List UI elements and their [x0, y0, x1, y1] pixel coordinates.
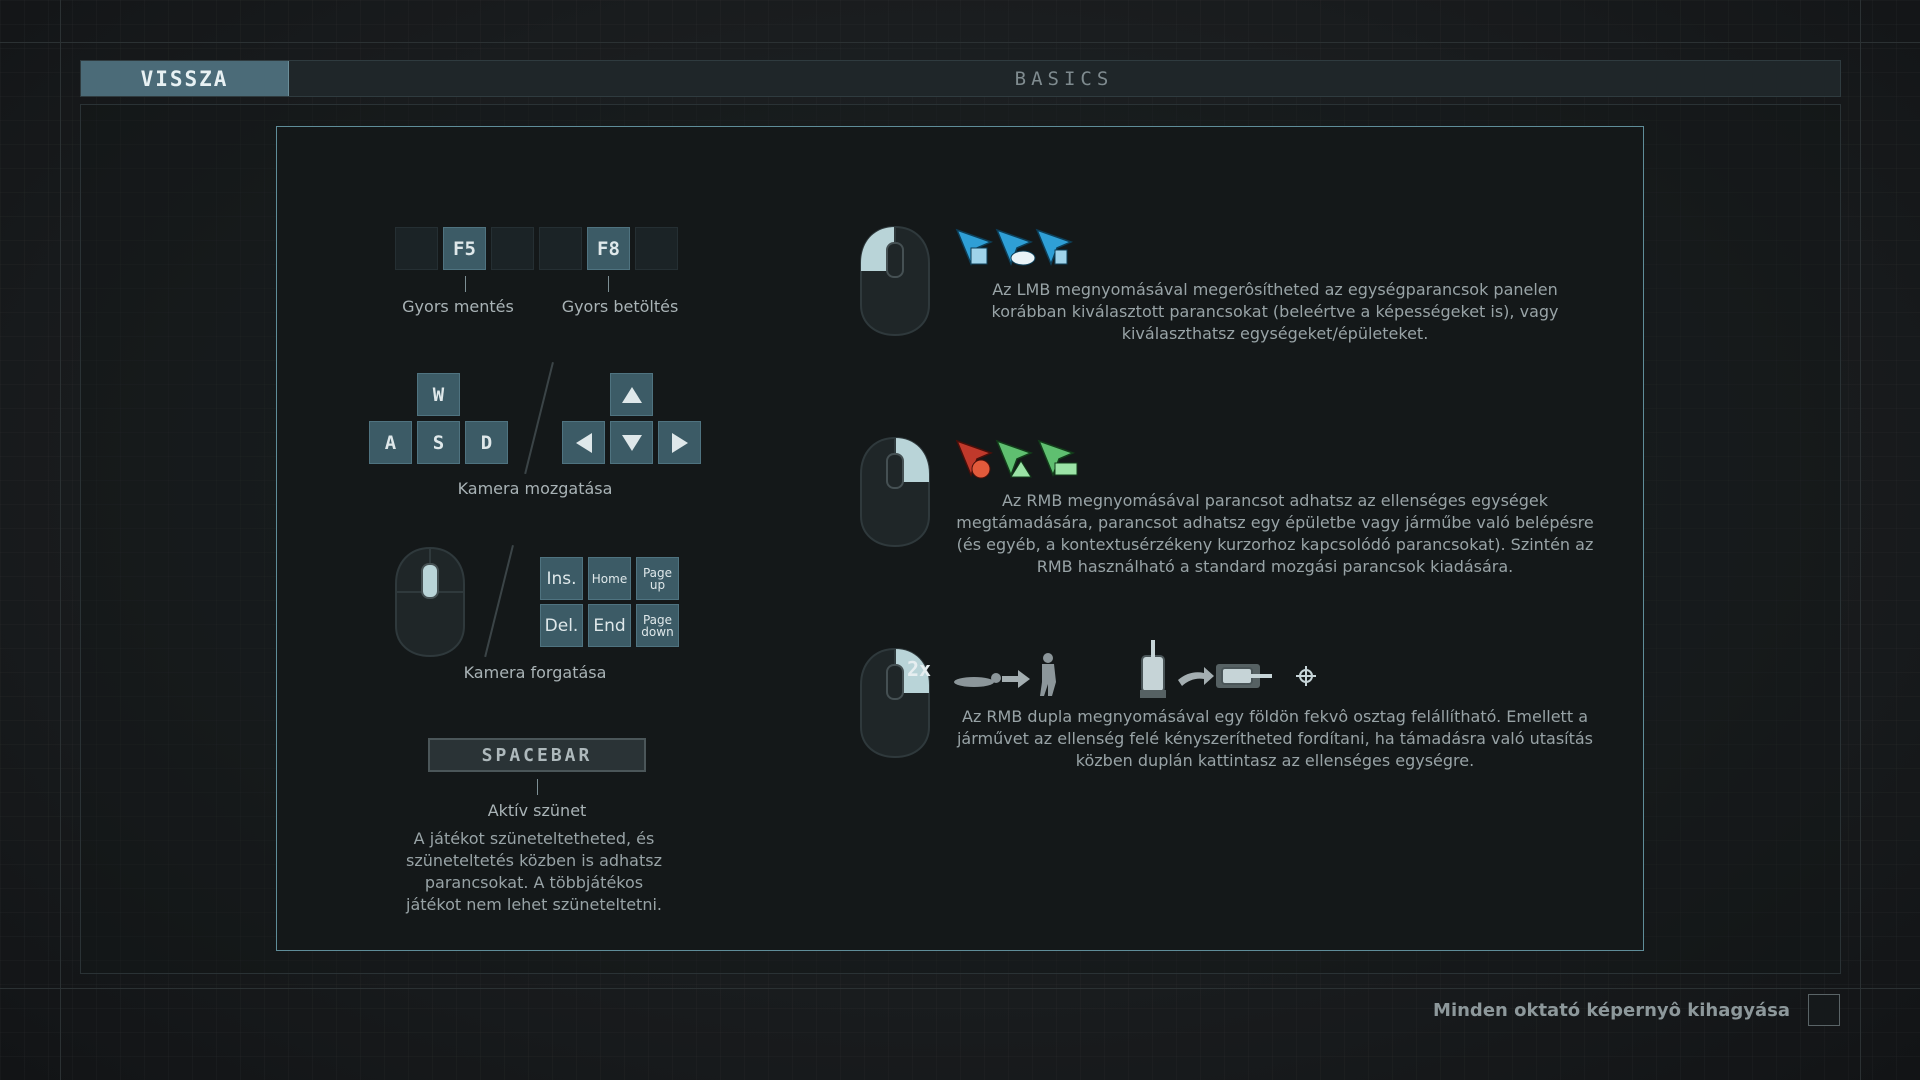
rmb-cursor-icons [955, 439, 1078, 479]
left-divider [60, 0, 61, 1080]
key-arrow-left [562, 421, 605, 464]
key-s: S [417, 421, 460, 464]
camera-rotate-label: Kamera forgatása [463, 663, 607, 682]
key-f7 [539, 227, 582, 270]
right-divider [1860, 0, 1861, 1080]
key-home: Home [588, 557, 631, 600]
double-click-badge: 2x [907, 657, 932, 681]
cursor-ability-icon [995, 228, 1036, 267]
spacebar-connector [537, 779, 538, 795]
arrow-up-icon [621, 386, 642, 403]
key-arrow-up [610, 373, 653, 416]
cursor-attack-icon [955, 439, 994, 479]
arrow-right-icon [1002, 670, 1030, 688]
crosshair-icon [1296, 666, 1316, 686]
arrow-left-icon [575, 432, 592, 453]
mouse-middle-icon [395, 546, 465, 658]
cursor-enter-icon [995, 439, 1034, 478]
key-f6 [491, 227, 534, 270]
cursor-select-icon [955, 228, 994, 267]
lmb-description: Az LMB megnyomásával megerôsítheted az e… [991, 280, 1559, 343]
key-arrow-down [610, 421, 653, 464]
arrow-down-icon [621, 434, 642, 451]
key-arrow-right [658, 421, 701, 464]
f5-connector [465, 276, 466, 292]
lmb-cursor-icons [955, 228, 1074, 267]
header-bar: VISSZA BASICS [80, 60, 1841, 97]
mouse-right-icon [860, 436, 930, 548]
key-insert: Ins. [540, 557, 583, 600]
vehicle-front-icon [1140, 640, 1166, 698]
pause-description: A játékot szüneteltetheted, és szünetelt… [406, 829, 662, 914]
skip-tutorials-label: Minden oktató képernyô kihagyása [1433, 1000, 1790, 1021]
key-f9 [635, 227, 678, 270]
key-d: D [465, 421, 508, 464]
rmb-double-description: Az RMB dupla megnyomásával egy földön fe… [956, 707, 1594, 770]
prone-soldier-icon [954, 673, 1001, 687]
pause-label: Aktív szünet [487, 801, 587, 820]
key-delete: Del. [540, 604, 583, 647]
f8-connector [608, 276, 609, 292]
rmb-double-illustration [954, 640, 1316, 698]
key-page-down: Page down [636, 604, 679, 647]
key-w: W [417, 373, 460, 416]
bottom-divider [0, 988, 1920, 989]
skip-tutorials-checkbox[interactable] [1808, 994, 1840, 1026]
standing-soldier-icon [1040, 653, 1056, 696]
cursor-unit-icon [1035, 228, 1074, 267]
key-a: A [369, 421, 412, 464]
key-spacebar: SPACEBAR [428, 738, 646, 772]
key-end: End [588, 604, 631, 647]
camera-move-label: Kamera mozgatása [457, 479, 613, 498]
quick-save-label: Gyors mentés [402, 297, 514, 316]
quick-load-label: Gyors betöltés [561, 297, 679, 316]
back-button[interactable]: VISSZA [81, 61, 289, 96]
mouse-left-icon [860, 225, 930, 337]
top-divider [0, 42, 1920, 43]
turn-arrow-icon [1178, 667, 1214, 686]
page-title: BASICS [1014, 67, 1114, 90]
arrow-right-icon [671, 432, 688, 453]
cursor-vehicle-icon [1037, 439, 1078, 478]
key-f4 [395, 227, 438, 270]
rmb-description: Az RMB megnyomásával parancsot adhatsz a… [956, 491, 1594, 576]
key-f8: F8 [587, 227, 630, 270]
vehicle-side-icon [1216, 664, 1272, 688]
key-page-up: Page up [636, 557, 679, 600]
key-f5: F5 [443, 227, 486, 270]
